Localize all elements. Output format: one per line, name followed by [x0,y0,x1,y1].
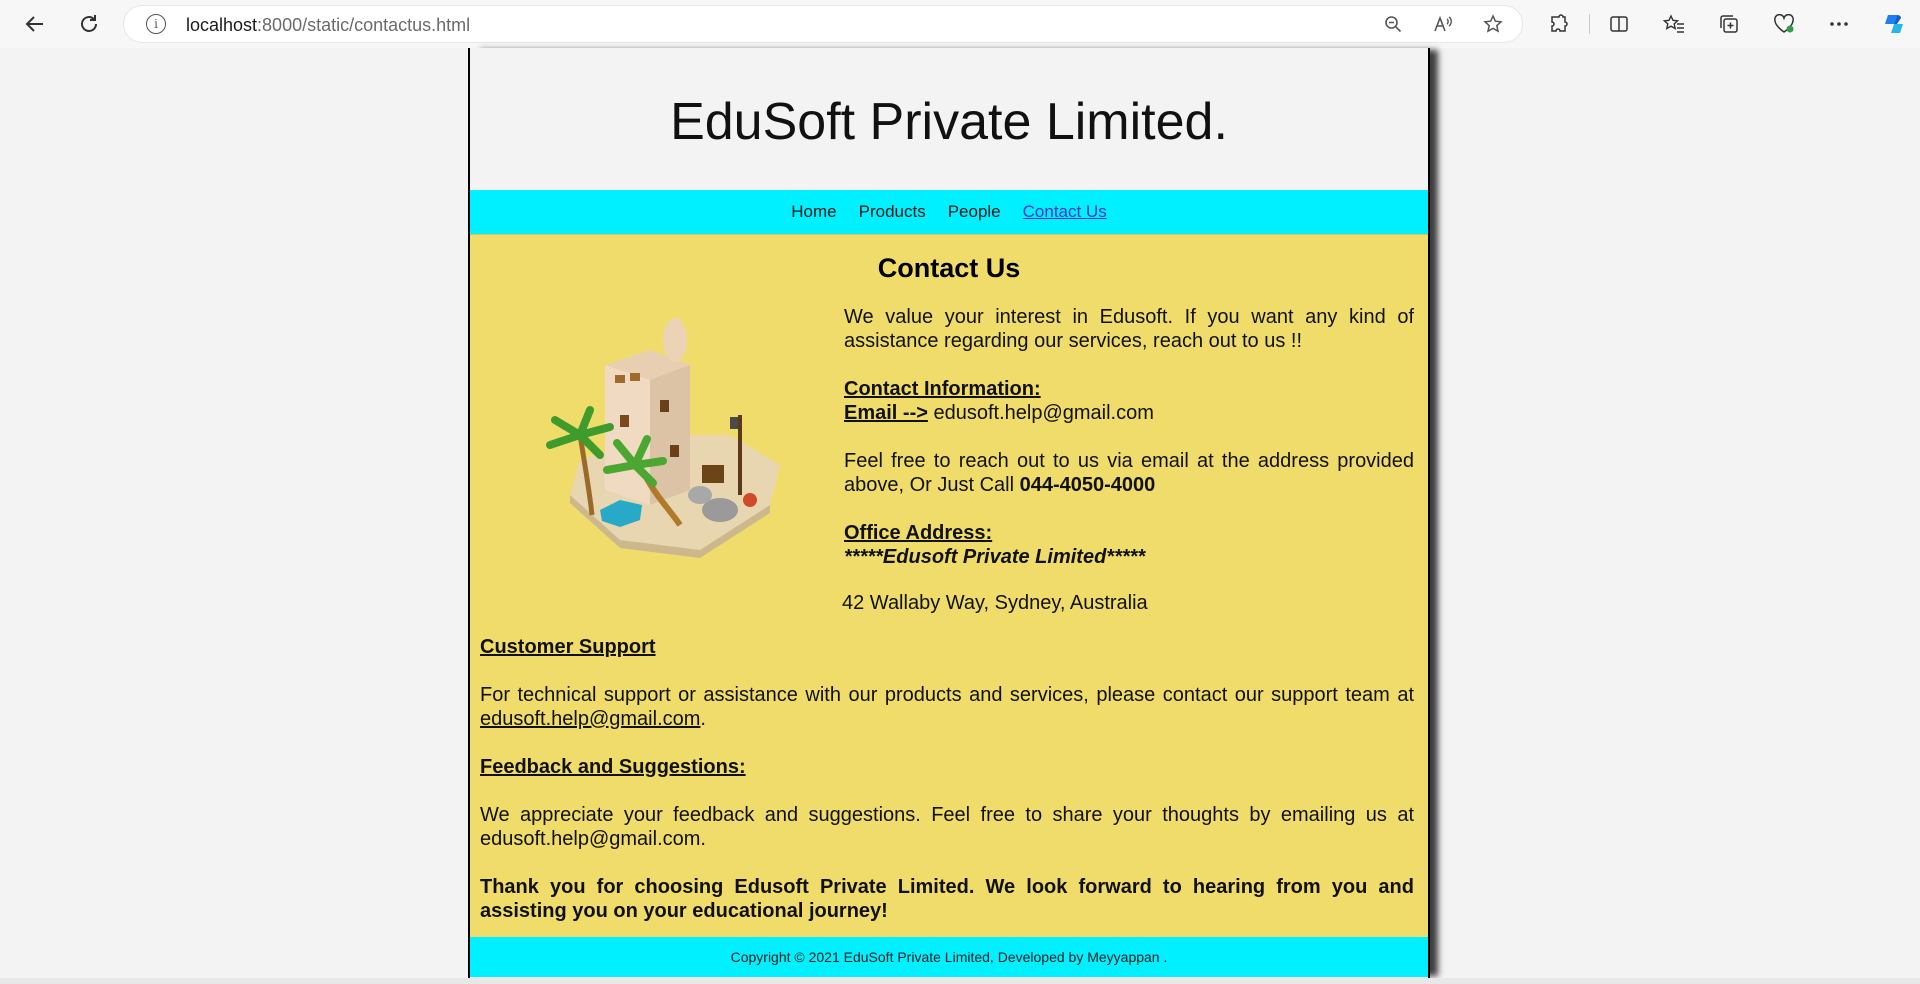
toolbar-divider [1589,14,1590,34]
copyright-text: Copyright © 2021 EduSoft Private Limited… [730,949,1168,965]
email-label: Email --> [844,402,928,424]
copilot-icon[interactable] [1877,8,1911,40]
browser-toolbar: i localhost:8000/static/contactus.html [0,0,1920,48]
contact-info-label: Contact Information: [844,378,1041,400]
support-section: Customer Support For technical support o… [480,635,1414,947]
closing-paragraph: Thank you for choosing Edusoft Private L… [480,876,1414,922]
support-end: . [700,708,706,730]
read-aloud-icon[interactable] [1430,12,1456,36]
company-line: *****Edusoft Private Limited***** [844,546,1146,568]
bottom-edge [0,978,1920,984]
support-email-link[interactable]: edusoft.help@gmail.com [480,708,700,730]
nav-home-link[interactable]: Home [791,202,836,222]
call-paragraph: Feel free to reach out to us via email a… [844,449,1414,497]
main-nav: Home Products People Contact Us [470,190,1428,234]
favorite-star-icon[interactable] [1480,12,1506,36]
split-screen-icon[interactable] [1602,8,1636,40]
support-paragraph: For technical support or assistance with… [480,683,1414,731]
nav-contact-link[interactable]: Contact Us [1023,202,1107,222]
contact-intro: We value your interest in Edusoft. If yo… [844,306,1414,352]
site-title: EduSoft Private Limited. [670,93,1228,151]
url-path: :8000/static/contactus.html [257,15,471,35]
url-host: localhost [186,15,258,35]
zoom-out-icon[interactable] [1380,12,1406,36]
contact-details: We value your interest in Edusoft. If yo… [844,305,1414,593]
customer-support-heading: Customer Support [480,636,656,658]
island-tower-illustration [546,318,780,558]
office-address-label: Office Address: [844,522,993,544]
extensions-icon[interactable] [1542,8,1576,40]
contact-info-block: Contact Information: Email --> edusoft.h… [844,377,1414,425]
feedback-heading: Feedback and Suggestions: [480,756,746,778]
phone-number[interactable]: 044-4050-4000 [1020,474,1156,496]
page-viewport: EduSoft Private Limited. Home Products P… [4,48,1916,978]
site-info-icon[interactable]: i [146,14,166,34]
email-value[interactable]: edusoft.help@gmail.com [928,402,1153,424]
more-options-icon[interactable] [1822,8,1856,40]
favorites-icon[interactable] [1657,8,1691,40]
office-block: Office Address: *****Edusoft Private Lim… [844,521,1414,569]
address-bar[interactable]: i localhost:8000/static/contactus.html [124,6,1522,42]
support-text: For technical support or assistance with… [480,684,1414,706]
site-header: EduSoft Private Limited. [470,48,1428,190]
url-text[interactable]: localhost:8000/static/contactus.html [186,15,470,36]
contact-heading: Contact Us [877,253,1021,283]
nav-people-link[interactable]: People [948,202,1001,222]
feedback-paragraph: We appreciate your feedback and suggesti… [480,804,1414,850]
nav-products-link[interactable]: Products [859,202,926,222]
back-arrow-icon[interactable] [18,8,52,40]
page-container: EduSoft Private Limited. Home Products P… [468,48,1430,978]
street-address: 42 Wallaby Way, Sydney, Australia [842,592,1148,614]
contact-content: Contact Us We value your interest in Edu… [470,234,1428,937]
collections-icon[interactable] [1712,8,1746,40]
refresh-icon[interactable] [72,8,106,40]
browser-essentials-icon[interactable] [1767,8,1801,40]
